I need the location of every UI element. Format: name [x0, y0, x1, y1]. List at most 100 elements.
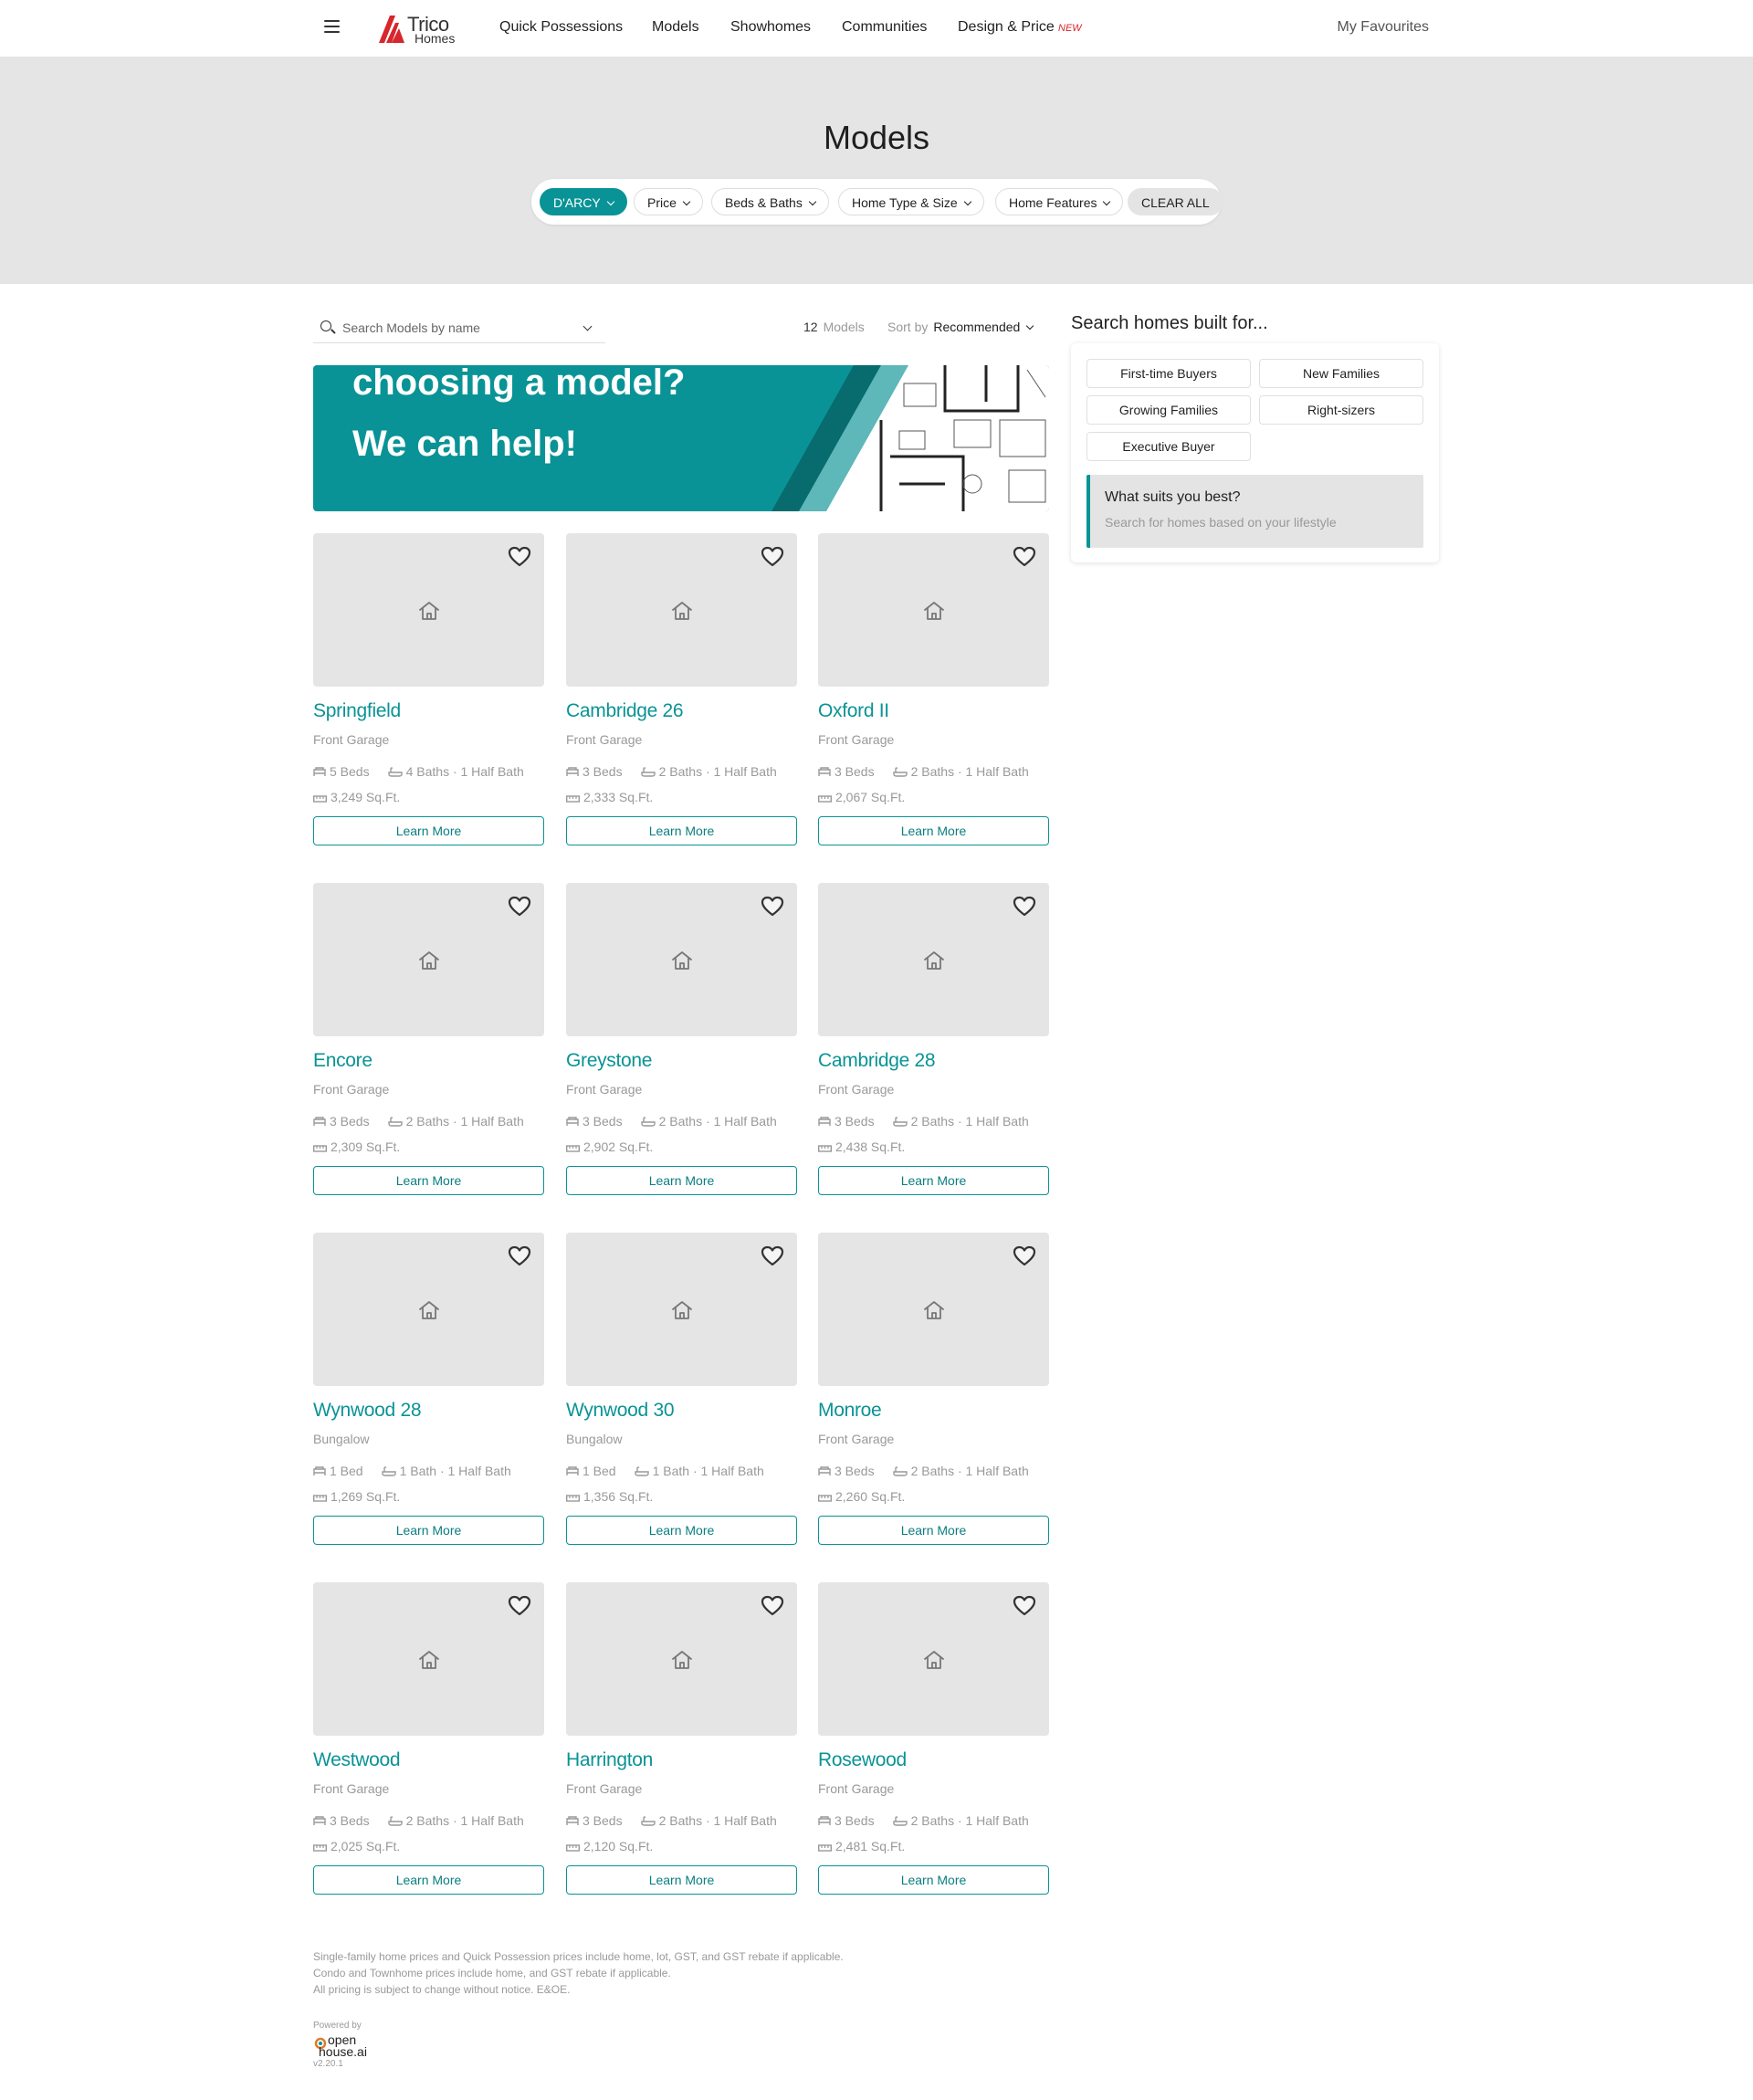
favourite-heart-icon[interactable] — [508, 546, 531, 568]
learn-more-button[interactable]: Learn More — [566, 1865, 797, 1895]
chip-new-families[interactable]: New Families — [1259, 359, 1423, 388]
favourite-heart-icon[interactable] — [1013, 1245, 1036, 1267]
sqft-value: 2,309 Sq.Ft. — [331, 1139, 401, 1154]
nav-models[interactable]: Models — [652, 19, 699, 36]
chip-right-sizers[interactable]: Right-sizers — [1259, 395, 1423, 425]
what-suits-you-card[interactable]: What suits you best? Search for homes ba… — [1086, 475, 1423, 548]
favourite-heart-icon[interactable] — [761, 896, 784, 918]
learn-more-button[interactable]: Learn More — [818, 1865, 1049, 1895]
learn-more-button[interactable]: Learn More — [818, 1516, 1049, 1545]
bed-icon — [313, 764, 330, 779]
chip-executive-buyer[interactable]: Executive Buyer — [1086, 432, 1251, 461]
model-image-placeholder[interactable] — [566, 883, 797, 1036]
model-name[interactable]: Oxford II — [818, 700, 889, 722]
model-image-placeholder[interactable] — [566, 1582, 797, 1736]
favourite-heart-icon[interactable] — [761, 546, 784, 568]
filter-home-type-size[interactable]: Home Type & Size — [838, 188, 984, 215]
nav-design-price[interactable]: Design & Price — [958, 19, 1055, 36]
favourite-heart-icon[interactable] — [1013, 546, 1036, 568]
sqft-spec: 2,120 Sq.Ft. — [565, 1839, 653, 1853]
nav-showhomes[interactable]: Showhomes — [730, 19, 811, 36]
chip-growing-families[interactable]: Growing Families — [1086, 395, 1251, 425]
beds-spec: 3 Beds — [818, 764, 875, 779]
filter-price[interactable]: Price — [634, 188, 703, 215]
model-name[interactable]: Greystone — [566, 1050, 652, 1072]
favourite-heart-icon[interactable] — [508, 1595, 531, 1617]
filter-bar: D'ARCY Price Beds & Baths Home Type & Si… — [531, 179, 1223, 225]
baths-value: 2 Baths · 1 Half Bath — [405, 1813, 524, 1828]
model-name[interactable]: Springfield — [313, 700, 401, 722]
model-name[interactable]: Rosewood — [818, 1749, 907, 1771]
nav-communities[interactable]: Communities — [842, 19, 927, 36]
sort-dropdown[interactable]: Sort by Recommended — [887, 320, 1034, 334]
favourite-heart-icon[interactable] — [1013, 896, 1036, 918]
ruler-icon — [312, 1839, 331, 1853]
model-beds-baths: 3 Beds 2 Baths · 1 Half Bath — [566, 1813, 795, 1828]
learn-more-button[interactable]: Learn More — [566, 816, 797, 845]
model-sqft: 1,356 Sq.Ft. — [565, 1489, 671, 1504]
model-image-placeholder[interactable] — [818, 533, 1049, 687]
bed-icon — [818, 1464, 835, 1478]
model-name[interactable]: Harrington — [566, 1749, 653, 1771]
learn-more-button[interactable]: Learn More — [818, 1166, 1049, 1195]
learn-more-button[interactable]: Learn More — [566, 1516, 797, 1545]
banner-headline: choosing a model? — [352, 365, 686, 403]
search-input[interactable] — [342, 319, 571, 337]
learn-more-button[interactable]: Learn More — [313, 1516, 544, 1545]
favourite-heart-icon[interactable] — [761, 1595, 784, 1617]
bath-icon — [381, 1464, 400, 1478]
model-image-placeholder[interactable] — [566, 533, 797, 687]
model-image-placeholder[interactable] — [313, 883, 544, 1036]
favourite-heart-icon[interactable] — [1013, 1595, 1036, 1617]
baths-value: 2 Baths · 1 Half Bath — [910, 1114, 1029, 1129]
model-type: Front Garage — [313, 732, 390, 747]
menu-icon[interactable] — [324, 20, 340, 33]
my-favourites-link[interactable]: My Favourites — [1338, 19, 1429, 36]
clear-all-button[interactable]: CLEAR ALL — [1128, 188, 1223, 215]
model-type: Front Garage — [818, 1781, 895, 1796]
favourite-heart-icon[interactable] — [508, 1245, 531, 1267]
ruler-icon — [565, 1839, 583, 1853]
bath-icon — [892, 764, 911, 779]
model-name[interactable]: Encore — [313, 1050, 373, 1072]
model-image-placeholder[interactable] — [313, 1233, 544, 1386]
learn-more-button[interactable]: Learn More — [566, 1166, 797, 1195]
model-name[interactable]: Cambridge 26 — [566, 700, 684, 722]
learn-more-button[interactable]: Learn More — [313, 1865, 544, 1895]
model-image-placeholder[interactable] — [818, 883, 1049, 1036]
model-image-placeholder[interactable] — [566, 1233, 797, 1386]
house-icon — [922, 1299, 946, 1321]
sqft-value: 1,269 Sq.Ft. — [331, 1489, 401, 1504]
openhouse-ai-logo[interactable]: open house.ai — [313, 2032, 414, 2063]
help-banner[interactable]: choosing a model? We can help! — [313, 365, 1049, 511]
model-name[interactable]: Westwood — [313, 1749, 401, 1771]
model-name[interactable]: Wynwood 30 — [566, 1400, 675, 1422]
model-image-placeholder[interactable] — [818, 1582, 1049, 1736]
filter-beds-baths[interactable]: Beds & Baths — [711, 188, 829, 215]
ruler-icon — [565, 1489, 583, 1504]
model-image-placeholder[interactable] — [818, 1233, 1049, 1386]
sqft-spec: 2,025 Sq.Ft. — [312, 1839, 400, 1853]
beds-spec: 3 Beds — [313, 1114, 370, 1129]
favourite-heart-icon[interactable] — [761, 1245, 784, 1267]
chevron-down-icon[interactable] — [583, 321, 593, 331]
chip-first-time-buyers[interactable]: First-time Buyers — [1086, 359, 1251, 388]
beds-spec: 1 Bed — [313, 1464, 363, 1478]
nav-quick-possessions[interactable]: Quick Possessions — [499, 19, 623, 36]
bed-icon — [818, 764, 835, 779]
model-name[interactable]: Monroe — [818, 1400, 882, 1422]
disclaimer-line: Condo and Townhome prices include home, … — [313, 1967, 671, 1979]
model-image-placeholder[interactable] — [313, 533, 544, 687]
model-name[interactable]: Cambridge 28 — [818, 1050, 936, 1072]
model-name[interactable]: Wynwood 28 — [313, 1400, 422, 1422]
filter-community[interactable]: D'ARCY — [540, 188, 627, 215]
favourite-heart-icon[interactable] — [508, 896, 531, 918]
sqft-value: 3,249 Sq.Ft. — [331, 790, 401, 804]
learn-more-button[interactable]: Learn More — [818, 816, 1049, 845]
learn-more-button[interactable]: Learn More — [313, 1166, 544, 1195]
baths-value: 2 Baths · 1 Half Bath — [658, 764, 777, 779]
filter-home-features[interactable]: Home Features — [995, 188, 1124, 215]
bath-icon — [640, 764, 659, 779]
learn-more-button[interactable]: Learn More — [313, 816, 544, 845]
model-image-placeholder[interactable] — [313, 1582, 544, 1736]
